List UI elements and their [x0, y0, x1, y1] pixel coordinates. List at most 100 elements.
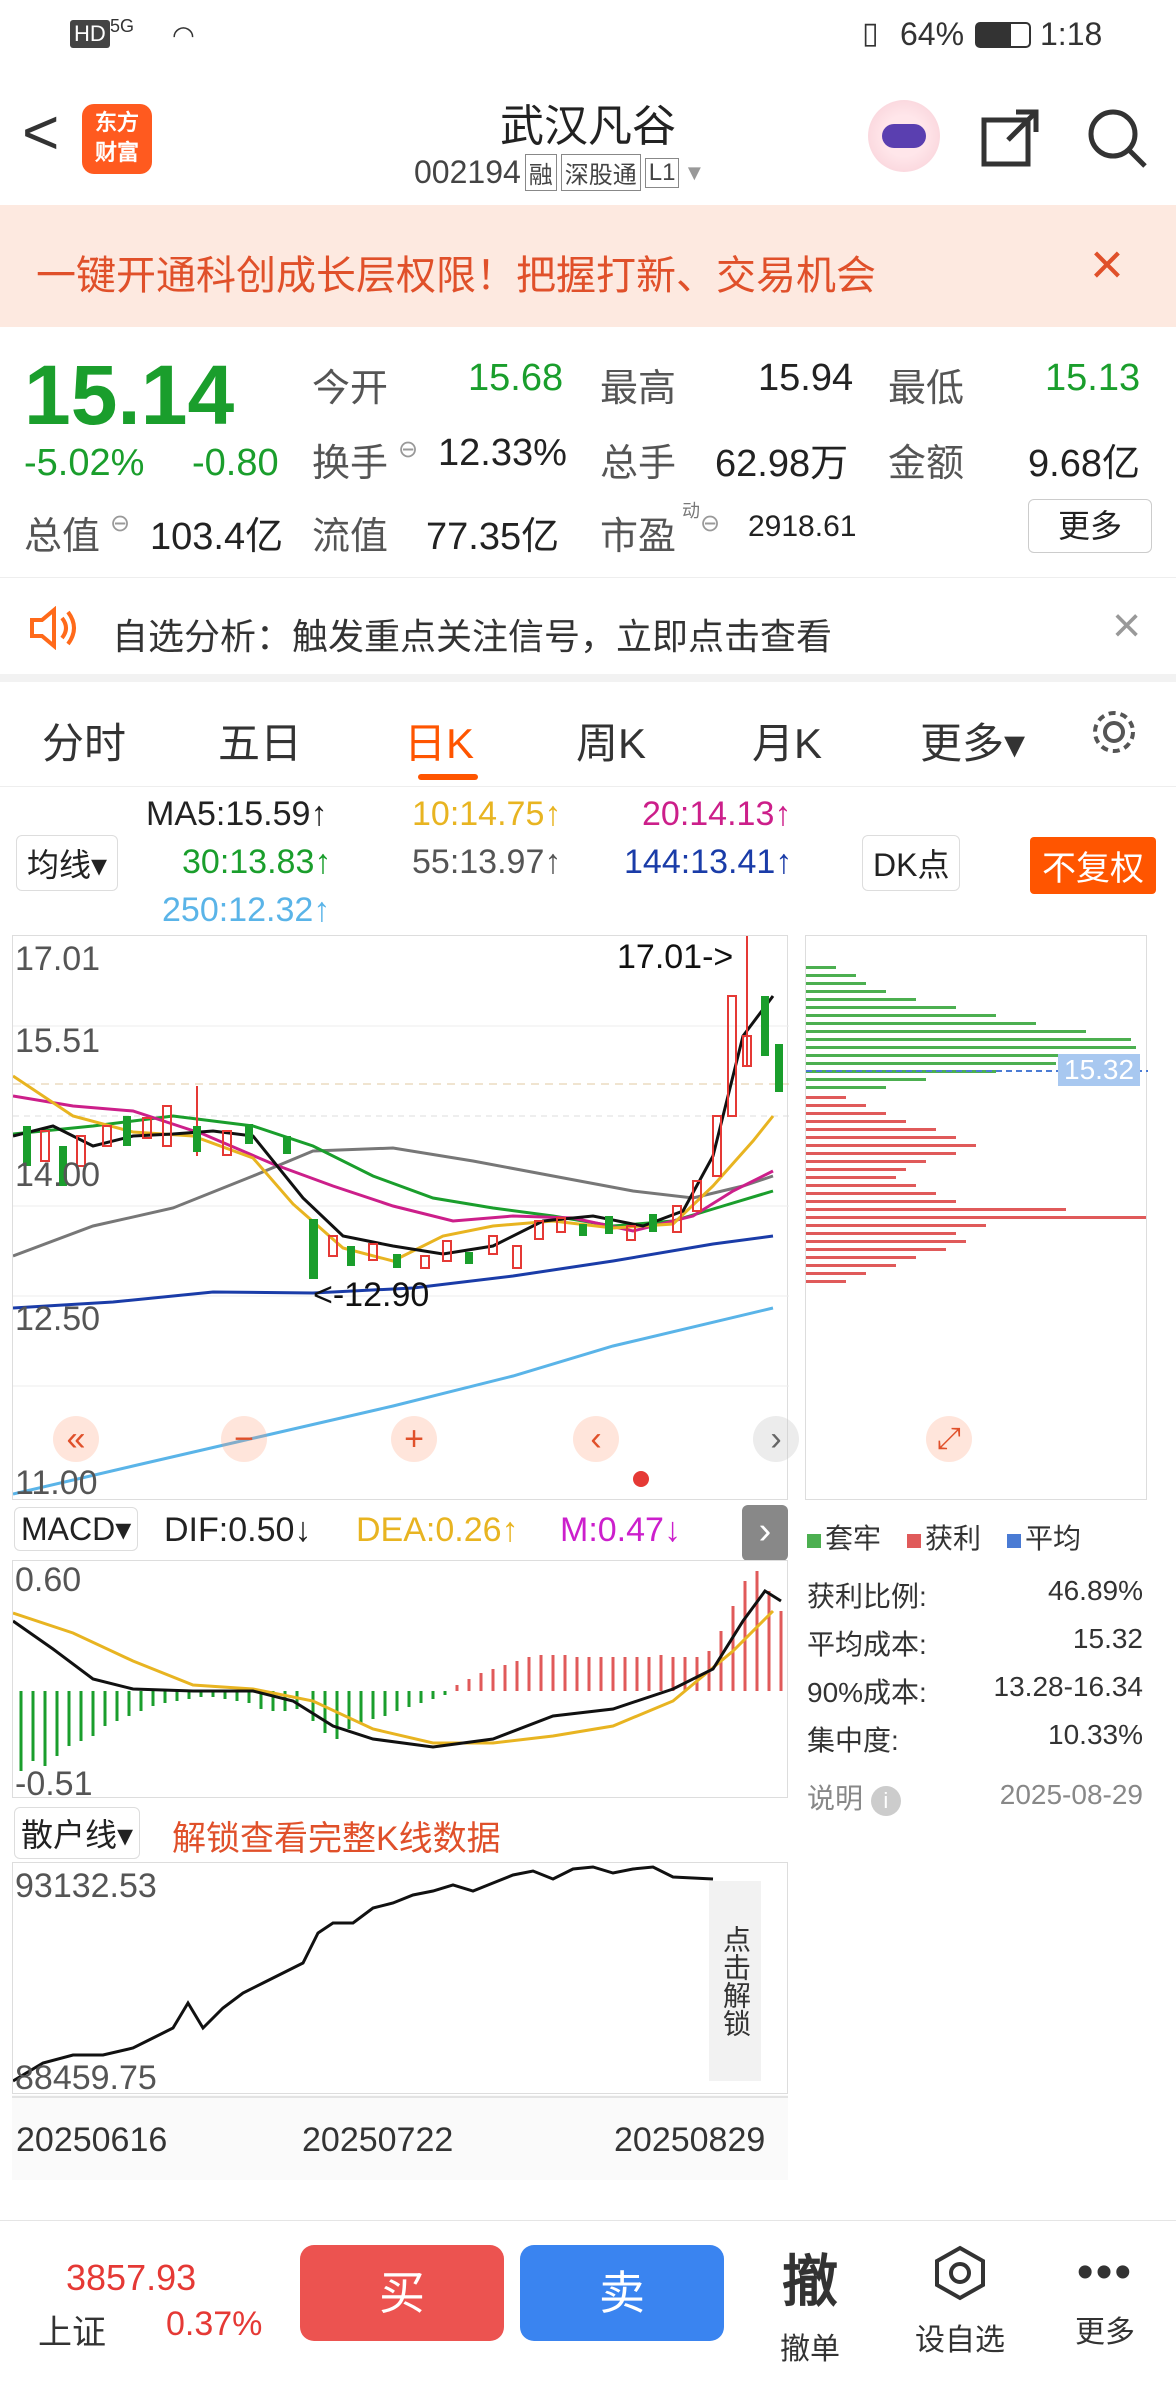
assistant-avatar[interactable] [868, 100, 940, 172]
date-end: 20250829 [614, 2121, 766, 2159]
ma144-value: 144:13.41↑ [624, 843, 793, 881]
date-ticks [12, 2096, 788, 2098]
cost-90-value: 13.28-16.34 [993, 1671, 1143, 1702]
tab-five-day[interactable]: 五日 [218, 710, 302, 771]
open-label: 今开 [312, 368, 389, 410]
profit-ratio-value: 46.89% [1048, 1575, 1143, 1606]
tab-weekly-k[interactable]: 周K [576, 710, 646, 771]
concentration-label: 集中度: [807, 1725, 899, 1756]
open-value: 15.68 [468, 357, 564, 399]
ma-select[interactable]: 均线▾ [16, 835, 119, 891]
tab-daily-k[interactable]: 日K [404, 710, 474, 771]
tab-more[interactable]: 更多▾ [920, 710, 1025, 771]
expand-icon[interactable]: ⤢ [926, 1416, 972, 1462]
zoom-out-button[interactable]: − [221, 1416, 267, 1462]
chip-distribution[interactable]: 15.32 ⤢ [805, 935, 1148, 1500]
adjust-toggle[interactable]: 不复权 [1030, 837, 1156, 894]
tag-level: L1 [644, 157, 680, 188]
period-tabs: 分时 五日 日K 周K 月K 更多▾ [0, 682, 1176, 787]
add-favorite-button[interactable]: 设自选 [900, 2245, 1020, 2359]
favorite-icon [935, 2245, 985, 2301]
ma250-value: 250:12.32↑ [162, 891, 331, 929]
tag-margin: 融 [524, 154, 557, 191]
more-menu-button[interactable]: ••• 更多 [1060, 2245, 1150, 2351]
amount-label: 金额 [888, 443, 965, 485]
kline-svg [13, 936, 789, 1496]
low-value: 15.13 [1045, 357, 1141, 399]
active-tab-indicator [418, 774, 478, 780]
concentration-value: 10.33% [1048, 1719, 1143, 1750]
battery-icon [975, 22, 1031, 48]
index-name[interactable]: 上证 [38, 2305, 106, 2354]
cancel-order-button[interactable]: 撤 撤单 [770, 2237, 850, 2368]
chevron-right-icon[interactable]: › [742, 1505, 788, 1561]
dk-point-select[interactable]: DK点 [862, 835, 961, 891]
min-price-marker: <-12.90 [313, 1276, 430, 1314]
pe-value: 2918.61 [748, 510, 857, 543]
high-value: 15.94 [758, 357, 854, 399]
change-pct: -5.02% [24, 442, 145, 484]
pe-label: 市盈 [600, 516, 677, 558]
promo-banner[interactable]: 一键开通科创成长层权限！把握打新、交易机会 × [0, 205, 1176, 327]
speaker-icon [30, 606, 76, 650]
unlock-kline-link[interactable]: 解锁查看完整K线数据 [172, 1811, 501, 1860]
close-icon[interactable]: × [1112, 596, 1141, 654]
date-start: 20250616 [16, 2121, 168, 2159]
turnover-value: 12.33% [438, 432, 567, 474]
pe-dynamic-tag: 动 [682, 501, 700, 521]
y-label-bottom: 11.00 [15, 1464, 98, 1502]
amount-value: 9.68亿 [1028, 443, 1140, 485]
sell-button[interactable]: 卖 [520, 2245, 724, 2341]
explain-link[interactable]: 说明 i [807, 1777, 901, 1817]
y-label-2: 15.51 [15, 1022, 101, 1060]
stock-code-row[interactable]: 002194 融 深股通 L1 ▼ [414, 154, 705, 191]
retail-line-header: 散户线▾ 解锁查看完整K线数据 [12, 1805, 788, 1860]
float-label: 流值 [312, 516, 389, 558]
info-icon[interactable]: ⊖ [398, 435, 418, 464]
macd-header: MACD▾ DIF:0.50↓ DEA:0.26↑ M:0.47↓ › [12, 1505, 788, 1561]
high-label: 最高 [600, 368, 677, 410]
ma20-value: 20:14.13↑ [642, 795, 792, 833]
macd-bottom-label: -0.51 [15, 1765, 93, 1803]
tab-intraday[interactable]: 分时 [42, 710, 126, 771]
ma250-line [13, 1306, 774, 1496]
tab-monthly-k[interactable]: 月K [752, 710, 822, 771]
more-dots-icon: ••• [1076, 2246, 1134, 2299]
retail-line-chart[interactable]: 93132.53 88459.75 点击解锁 [12, 1862, 788, 2097]
buy-button[interactable]: 买 [300, 2245, 504, 2341]
analysis-notice[interactable]: 自选分析：触发重点关注信号，立即点击查看 × [0, 577, 1176, 682]
close-icon[interactable]: × [1090, 231, 1124, 298]
index-value[interactable]: 3857.93 [66, 2257, 196, 2299]
index-change[interactable]: 0.37% [166, 2305, 262, 2344]
search-icon[interactable] [1085, 106, 1149, 170]
ma-legend: MA5:15.59↑ 10:14.75↑ 20:14.13↑ 均线▾ 30:13… [0, 787, 1176, 932]
m-value: M:0.47↓ [560, 1511, 681, 1549]
macd-chart[interactable]: 0.60 -0.51 [12, 1560, 788, 1803]
scroll-start-button[interactable]: « [53, 1416, 99, 1462]
zoom-in-button[interactable]: + [391, 1416, 437, 1462]
y-label-top: 17.01 [15, 940, 101, 978]
gear-icon[interactable] [1088, 706, 1140, 758]
unlock-button[interactable]: 点击解锁 [709, 1881, 761, 2081]
scroll-left-button[interactable]: ‹ [573, 1416, 619, 1462]
share-icon[interactable] [980, 106, 1042, 168]
kline-chart[interactable]: 17.01 15.51 14.00 12.50 11.00 17.01-> <-… [12, 935, 799, 1502]
chip-date: 2025-08-29 [999, 1779, 1143, 1810]
more-quote-button[interactable]: 更多 [1028, 499, 1152, 553]
chip-profile-svg [806, 966, 1148, 1283]
notice-text: 自选分析：触发重点关注信号，立即点击查看 [112, 616, 833, 657]
battery-percent: 64% [900, 16, 965, 52]
banner-text: 一键开通科创成长层权限！把握打新、交易机会 [36, 254, 876, 298]
info-icon[interactable]: ⊖ [700, 509, 720, 538]
clock: 1:18 [1040, 16, 1103, 52]
cancel-icon: 撤 [782, 2250, 838, 2313]
avg-cost-value: 15.32 [1072, 1623, 1143, 1654]
cap-value: 103.4亿 [150, 516, 284, 558]
retail-line-select[interactable]: 散户线▾ [14, 1807, 141, 1859]
ma10-value: 10:14.75↑ [412, 795, 562, 833]
info-icon[interactable]: ⊖ [110, 509, 130, 538]
stock-header: < 东方 财富 武汉凡谷 002194 融 深股通 L1 ▼ [0, 70, 1176, 205]
scroll-right-button[interactable]: › [753, 1416, 799, 1462]
change-abs: -0.80 [192, 442, 279, 484]
indicator-select[interactable]: MACD▾ [14, 1507, 139, 1551]
